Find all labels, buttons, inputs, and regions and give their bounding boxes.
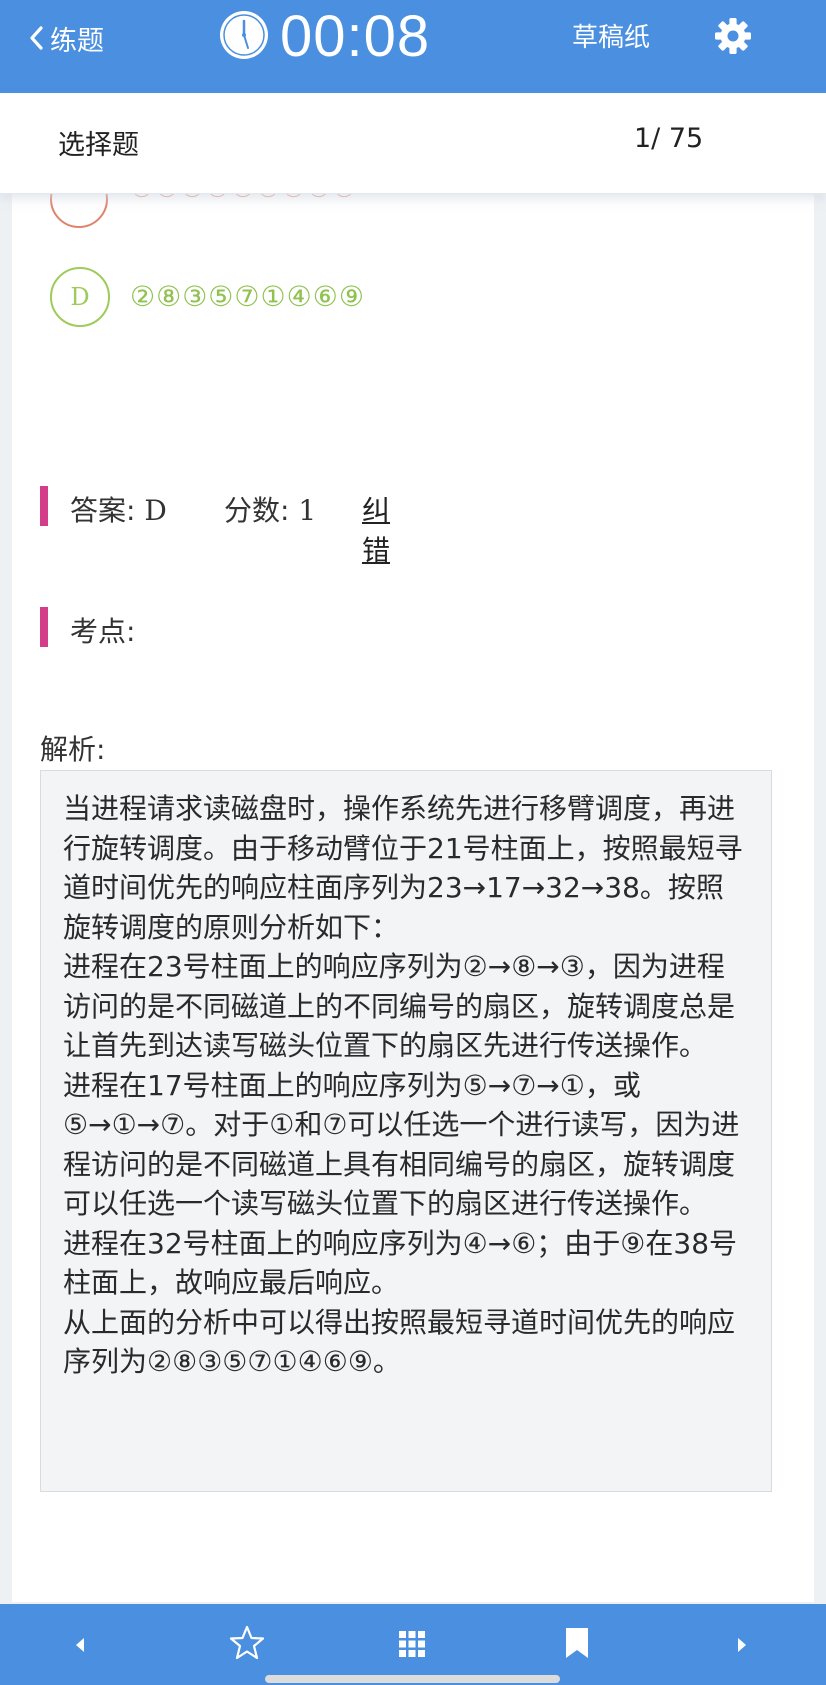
- answer-label: 答案: D: [70, 489, 167, 529]
- section-marker: [40, 607, 48, 647]
- bottom-toolbar: [0, 1604, 826, 1685]
- score-prefix: 分数:: [224, 494, 299, 527]
- chevron-left-icon: [30, 26, 43, 50]
- top-bar: 练题 00:08 草稿纸: [0, 0, 826, 93]
- analysis-paragraph: 当进程请求读磁盘时，操作系统先进行移臂调度，再进行旋转调度。由于移动臂位于21号…: [63, 792, 743, 944]
- analysis-box: 当进程请求读磁盘时，操作系统先进行移臂调度，再进行旋转调度。由于移动臂位于21号…: [40, 770, 772, 1492]
- star-icon[interactable]: [228, 1624, 266, 1662]
- back-button[interactable]: 练题: [28, 18, 104, 58]
- next-arrow-icon[interactable]: [734, 1628, 750, 1662]
- analysis-label: 解析:: [40, 733, 106, 766]
- option-d-letter: D: [70, 283, 90, 311]
- clock-icon: [220, 11, 268, 59]
- option-d-circle[interactable]: D: [50, 267, 110, 327]
- section-marker: [40, 486, 48, 526]
- score-value: 1: [298, 494, 317, 527]
- timer: 00:08: [280, 4, 431, 69]
- draft-paper-button[interactable]: 草稿纸: [572, 18, 650, 58]
- report-error-link[interactable]: 纠错: [362, 489, 390, 569]
- section-title: 选择题: [58, 130, 139, 161]
- grid-icon[interactable]: [398, 1630, 426, 1658]
- answer-prefix: 答案:: [70, 494, 145, 527]
- bookmark-icon[interactable]: [564, 1626, 590, 1660]
- analysis-paragraph: 进程在32号柱面上的响应序列为④→⑥；由于⑨在38号柱面上，故响应最后响应。: [63, 1226, 738, 1300]
- exam-point-label: 考点:: [70, 615, 136, 648]
- gear-icon[interactable]: [714, 17, 752, 55]
- back-label: 练题: [50, 25, 104, 57]
- score-label: 分数: 1: [224, 489, 316, 529]
- analysis-paragraph: 进程在17号柱面上的响应序列为⑤→⑦→①，或⑤→①→⑦。对于①和⑦可以任选一个进…: [63, 1068, 740, 1221]
- home-indicator: [265, 1675, 560, 1683]
- analysis-paragraph: 进程在23号柱面上的响应序列为②→⑧→③，因为进程访问的是不同磁道上的不同编号的…: [63, 950, 736, 1062]
- question-header: 选择题 1/ 75: [0, 93, 826, 194]
- analysis-paragraph: 从上面的分析中可以得出按照最短寻道时间优先的响应序列为②⑧③⑤⑦①④⑥⑨。: [63, 1305, 736, 1379]
- answer-value: D: [144, 494, 167, 527]
- option-d-text[interactable]: ②⑧③⑤⑦①④⑥⑨: [130, 280, 365, 313]
- question-card: ⑦②③⑤①④⑥⑧⑨ D ②⑧③⑤⑦①④⑥⑨ 答案: D 分数: 1 纠错 考点:…: [12, 170, 814, 1602]
- prev-arrow-icon[interactable]: [72, 1628, 88, 1662]
- page-count: 1/ 75: [634, 123, 704, 154]
